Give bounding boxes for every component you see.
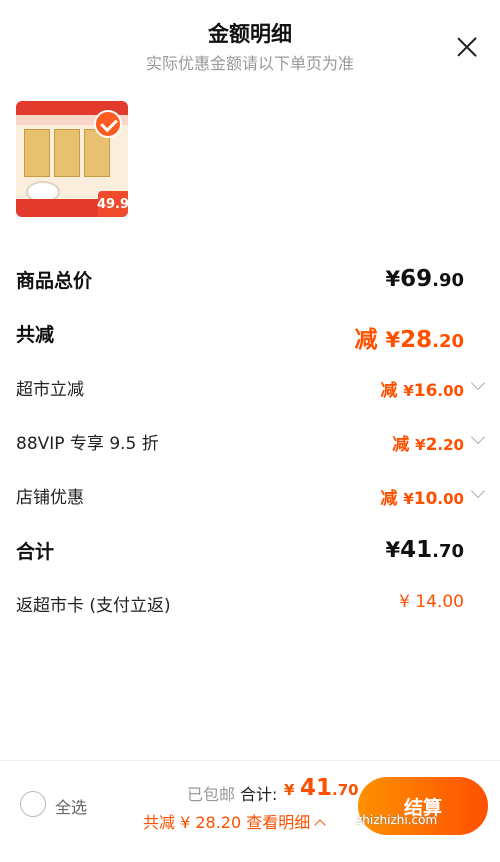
select-all-label[interactable]: 全选 xyxy=(55,794,87,818)
vip-discount-label: 88VIP 专享 9.5 折 xyxy=(16,434,159,454)
store-discount-row[interactable]: 店铺优惠 减 ¥10.00 xyxy=(0,482,500,509)
store-discount-label: 店铺优惠 xyxy=(16,488,84,508)
radio-icon[interactable] xyxy=(20,791,46,817)
sheet-header: 金额明细 实际优惠金额请以下单页为准 xyxy=(0,0,500,90)
vip-discount-value: 减 ¥2.20 xyxy=(392,435,464,455)
total-reduction-value: 减 ¥28.20 xyxy=(354,327,464,353)
supermarket-discount-label: 超市立减 xyxy=(16,380,84,400)
bottom-bar: 全选 已包邮 合计: ¥ 41.70 共减 ¥ 28.20 查看明细 结算 zh… xyxy=(0,760,500,862)
sheet-title: 金额明细 xyxy=(208,22,292,46)
chevron-down-icon[interactable] xyxy=(470,429,486,445)
sheet-subtitle: 实际优惠金额请以下单页为准 xyxy=(145,54,354,73)
goods-total-label: 商品总价 xyxy=(16,270,93,292)
subtotal-row: 合计 ¥41.70 xyxy=(0,535,500,565)
check-icon[interactable] xyxy=(94,110,122,138)
product-image-price: 49.9 xyxy=(97,191,128,217)
supermarket-discount-value: 减 ¥16.00 xyxy=(380,381,464,401)
total-reduction-label: 共减 xyxy=(16,324,55,346)
close-icon[interactable] xyxy=(454,34,480,60)
cashback-label: 返超市卡 (支付立返) xyxy=(16,596,171,616)
chevron-down-icon[interactable] xyxy=(470,483,486,499)
vip-discount-row[interactable]: 88VIP 专享 9.5 折 减 ¥2.20 xyxy=(0,428,500,455)
subtotal-label: 合计 xyxy=(16,541,55,563)
shipping-label: 已包邮 xyxy=(187,785,236,804)
total-label: 合计: xyxy=(240,785,278,804)
view-details-link[interactable]: 共减 ¥ 28.20 查看明细 xyxy=(143,809,326,833)
chevron-down-icon[interactable] xyxy=(470,375,486,391)
total-value: ¥ 41.70 xyxy=(284,775,359,801)
goods-total-value: ¥69.90 xyxy=(385,266,464,292)
watermark: zhizhizhi.com xyxy=(356,813,438,827)
chevron-up-icon xyxy=(314,819,326,831)
total-reduction-row: 共减 减 ¥28.20 xyxy=(0,318,500,353)
supermarket-discount-row[interactable]: 超市立减 减 ¥16.00 xyxy=(0,374,500,401)
cashback-value: ¥ 14.00 xyxy=(399,592,464,612)
goods-total-row: 商品总价 ¥69.90 xyxy=(0,264,500,294)
cashback-row: 返超市卡 (支付立返) ¥ 14.00 xyxy=(0,590,500,616)
subtotal-value: ¥41.70 xyxy=(385,537,464,563)
store-discount-value: 减 ¥10.00 xyxy=(380,489,464,509)
